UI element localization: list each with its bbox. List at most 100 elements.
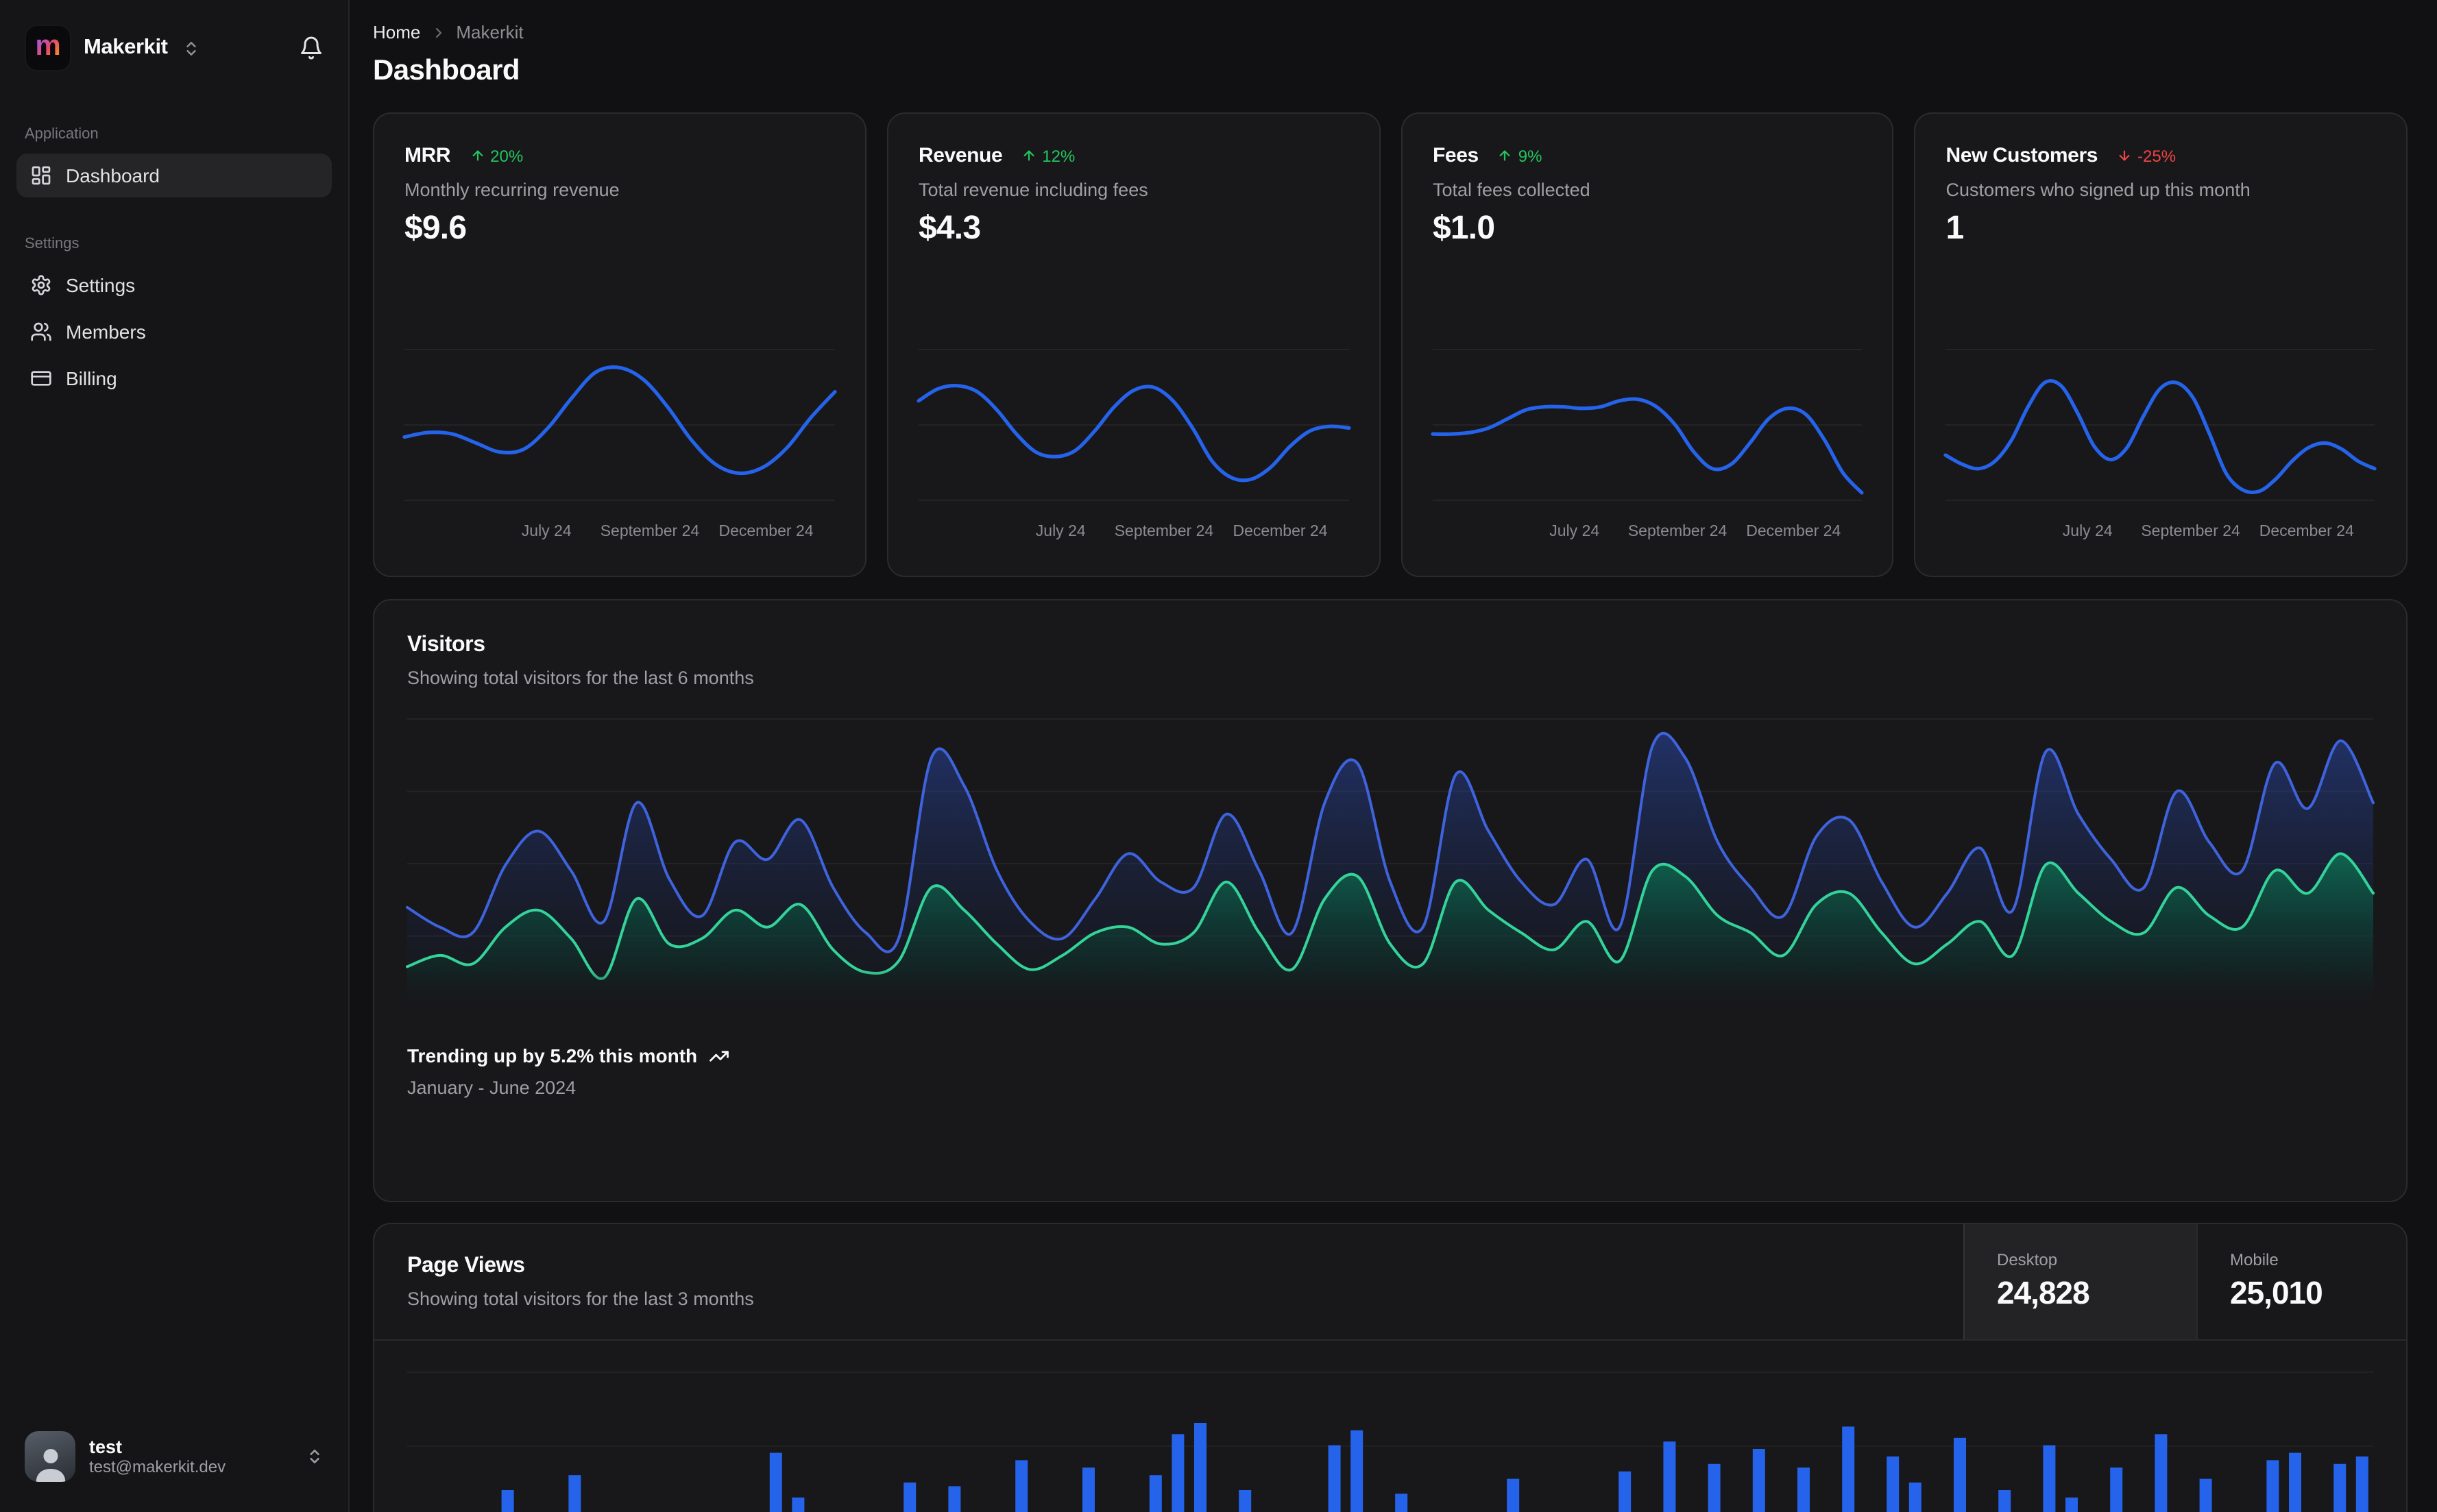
toggle-mobile-value: 25,010: [2230, 1275, 2323, 1311]
sidebar-item-members[interactable]: Members: [16, 310, 332, 354]
page-views-subtitle: Showing total visitors for the last 3 mo…: [407, 1289, 754, 1309]
trending-up-icon: [709, 1050, 729, 1061]
stat-card-fees: Fees 9% Total fees collected $1.0 July 2…: [1401, 112, 1894, 577]
user-email: test@makerkit.dev: [89, 1457, 226, 1477]
users-icon: [31, 322, 51, 341]
visitors-area-chart: [406, 718, 2375, 1009]
mrr-sparkline-chart: [402, 337, 837, 513]
credit-card-icon: [31, 371, 51, 386]
screen: m Makerkit Application Dashboard Setting…: [0, 0, 2437, 1512]
x-tick: December 24: [718, 524, 814, 540]
visitors-footer: Trending up by 5.2% this month January -…: [407, 1045, 2373, 1098]
arrow-up-icon: [472, 150, 483, 161]
x-axis-labels: July 24 September 24 December 24: [1433, 524, 1863, 554]
workspace-selector[interactable]: m Makerkit: [25, 25, 201, 71]
makerkit-app: m Makerkit Application Dashboard Setting…: [0, 0, 2437, 1512]
user-info: test test@makerkit.dev: [89, 1437, 226, 1477]
chevron-right-icon: [435, 27, 441, 38]
sidebar-item-label: Members: [66, 321, 146, 343]
x-tick: December 24: [1746, 524, 1841, 540]
stat-subtitle: Customers who signed up this month: [1945, 180, 2251, 200]
breadcrumb: Home Makerkit: [373, 22, 2407, 42]
x-tick: December 24: [2259, 524, 2354, 540]
nav-section-label: Application: [25, 126, 99, 143]
sidebar-item-settings[interactable]: Settings: [16, 263, 332, 307]
stat-title: New Customers: [1945, 144, 2098, 167]
fees-sparkline-chart: [1431, 337, 1864, 513]
arrow-up-icon: [1023, 150, 1034, 161]
stat-value: $1.0: [1433, 210, 1495, 247]
page-views-bar-chart: [407, 1343, 2373, 1512]
page-views-body: [374, 1341, 2405, 1512]
x-axis-labels: July 24 September 24 December 24: [919, 524, 1349, 554]
new-customers-sparkline-chart: [1943, 337, 2377, 513]
toggle-mobile[interactable]: Mobile 25,010: [2196, 1224, 2405, 1339]
x-tick: September 24: [2141, 524, 2240, 540]
breadcrumb-home[interactable]: Home: [373, 22, 420, 42]
page-views-title: Page Views: [407, 1254, 525, 1278]
stat-delta-value: -25%: [2137, 146, 2177, 165]
x-tick: July 24: [1035, 524, 1086, 540]
visitors-trend-text: Trending up by 5.2% this month: [407, 1045, 698, 1066]
arrow-down-icon: [2119, 150, 2130, 161]
x-tick: July 24: [2062, 524, 2113, 540]
sidebar: m Makerkit Application Dashboard Setting…: [0, 0, 350, 1512]
stat-value: 1: [1945, 210, 1965, 247]
arrow-up-icon: [1500, 150, 1511, 161]
stat-delta-value: 12%: [1042, 146, 1076, 165]
stat-delta-badge: 20%: [470, 146, 523, 165]
page-views-card: Page Views Showing total visitors for th…: [373, 1223, 2407, 1512]
stat-cards-row: MRR 20% Monthly recurring revenue $9.6 J…: [373, 112, 2407, 577]
user-menu[interactable]: test test@makerkit.dev: [16, 1420, 332, 1493]
stat-subtitle: Total revenue including fees: [919, 180, 1148, 200]
toggle-desktop-label: Desktop: [1997, 1250, 2058, 1270]
sidebar-item-dashboard[interactable]: Dashboard: [16, 154, 332, 197]
stat-value: $4.3: [919, 210, 981, 247]
stat-delta-value: 9%: [1518, 146, 1542, 165]
sidebar-item-label: Settings: [66, 274, 136, 296]
gear-icon: [32, 275, 51, 295]
breadcrumb-current[interactable]: Makerkit: [456, 22, 523, 42]
stat-delta-badge: 9%: [1498, 146, 1542, 165]
sidebar-header: m Makerkit: [16, 16, 332, 80]
stat-delta-badge: -25%: [2117, 146, 2176, 165]
sidebar-item-label: Billing: [66, 367, 117, 389]
revenue-sparkline-chart: [917, 337, 1351, 513]
page-views-toggles: Desktop 24,828 Mobile 25,010: [1963, 1224, 2405, 1339]
stat-title: Fees: [1433, 144, 1479, 167]
person-icon: [35, 1449, 65, 1482]
chevrons-up-down-icon: [186, 41, 197, 55]
x-tick: July 24: [1549, 524, 1600, 540]
stat-card-revenue: Revenue 12% Total revenue including fees…: [887, 112, 1381, 577]
toggle-desktop-value: 24,828: [1997, 1275, 2090, 1311]
makerkit-logo: m: [25, 25, 71, 71]
visitors-card: Visitors Showing total visitors for the …: [373, 599, 2407, 1202]
nav-section-label: Settings: [25, 236, 80, 252]
main-content: Home Makerkit Dashboard MRR 20% Monthly …: [350, 0, 2437, 1512]
notifications-button[interactable]: [293, 30, 329, 66]
stat-title: Revenue: [919, 144, 1003, 167]
chevrons-up-down-icon: [310, 1450, 319, 1463]
sidebar-item-label: Dashboard: [66, 164, 160, 186]
x-axis-labels: July 24 September 24 December 24: [1946, 524, 2376, 554]
user-avatar: [25, 1431, 75, 1482]
stat-value: $9.6: [404, 210, 467, 247]
stat-title: MRR: [404, 144, 451, 167]
toggle-desktop[interactable]: Desktop 24,828: [1963, 1224, 2196, 1339]
stat-subtitle: Monthly recurring revenue: [404, 180, 620, 200]
workspace-name: Makerkit: [84, 36, 168, 59]
page-views-header: Page Views Showing total visitors for th…: [374, 1224, 2405, 1341]
visitors-range-text: January - June 2024: [407, 1077, 577, 1098]
stat-card-new-customers: New Customers -25% Customers who signed …: [1914, 112, 2407, 577]
stat-delta-value: 20%: [490, 146, 524, 165]
x-tick: September 24: [600, 524, 700, 540]
stat-card-mrr: MRR 20% Monthly recurring revenue $9.6 J…: [373, 112, 866, 577]
layout-dashboard-icon: [32, 166, 51, 185]
toggle-mobile-label: Mobile: [2230, 1250, 2279, 1270]
logo-letter: m: [35, 29, 61, 61]
sidebar-item-billing[interactable]: Billing: [16, 356, 332, 400]
stat-subtitle: Total fees collected: [1433, 180, 1590, 200]
visitors-subtitle: Showing total visitors for the last 6 mo…: [407, 668, 754, 688]
page-title: Dashboard: [373, 55, 520, 86]
sidebar-nav: Application Dashboard Settings Settings …: [16, 80, 332, 403]
